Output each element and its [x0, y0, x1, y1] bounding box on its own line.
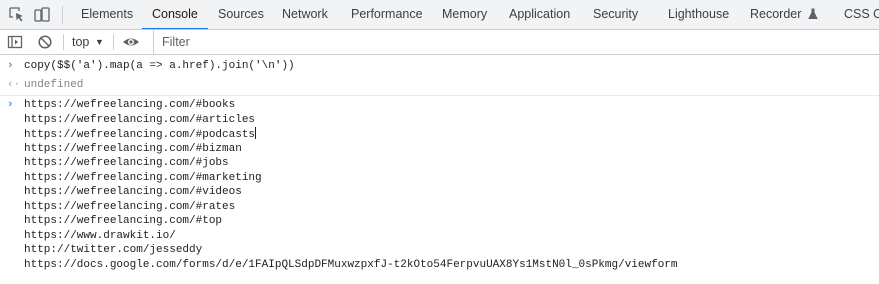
device-toolbar-icon[interactable]: [33, 6, 51, 24]
console-toolbar: top ▼: [0, 30, 879, 55]
live-expression-icon[interactable]: [122, 34, 139, 50]
tab-recorder-label: Recorder: [750, 7, 802, 21]
tab-lighthouse[interactable]: Lighthouse: [668, 0, 729, 29]
output-line: https://wefreelancing.com/#bizman: [24, 142, 242, 155]
output-line: https://wefreelancing.com/#rates: [24, 200, 236, 213]
output-line: https://wefreelancing.com/#books: [24, 99, 236, 111]
toolbar-separator: [63, 34, 64, 50]
tab-console[interactable]: Console: [142, 0, 208, 29]
tab-css-overview[interactable]: CSS Ov: [844, 0, 879, 29]
output-line: https://wefreelancing.com/#podcasts: [24, 127, 257, 142]
output-line: https://wefreelancing.com/#marketing: [24, 171, 262, 184]
console-command: copy($$('a').map(a => a.href).join('\n')…: [24, 60, 295, 72]
output-line-text: https://wefreelancing.com/#podcasts: [24, 129, 256, 141]
output-line: https://www.drawkit.io/: [24, 229, 176, 242]
tab-performance[interactable]: Performance: [351, 0, 423, 29]
output-line: https://wefreelancing.com/#jobs: [24, 157, 229, 169]
filter-input[interactable]: [153, 30, 879, 54]
inspect-element-icon[interactable]: [8, 6, 26, 24]
clear-console-icon[interactable]: [37, 34, 53, 50]
message-divider: [0, 95, 879, 96]
devtools-tab-bar: Elements Console Sources Network Perform…: [0, 0, 879, 30]
console-input-row: › copy($$('a').map(a => a.href).join('\n…: [0, 59, 879, 73]
output-line: https://docs.google.com/forms/d/e/1FAIpQ…: [24, 258, 678, 271]
output-line: https://wefreelancing.com/#articles: [24, 113, 256, 126]
toolbar-separator: [113, 34, 114, 50]
console-messages: › copy($$('a').map(a => a.href).join('\n…: [0, 55, 879, 284]
output-line: https://wefreelancing.com/#videos: [24, 186, 242, 198]
console-result: undefined: [24, 79, 84, 91]
output-line: http://twitter.com/jesseddy: [24, 244, 203, 256]
show-sidebar-icon[interactable]: [7, 34, 23, 50]
result-arrow-icon: ‹·: [7, 79, 21, 91]
prompt-chevron-icon: ›: [7, 99, 14, 111]
input-prompt-icon: ›: [7, 60, 14, 72]
console-result-row: ‹· undefined: [0, 78, 879, 92]
tab-sources[interactable]: Sources: [218, 0, 264, 29]
tab-memory[interactable]: Memory: [442, 0, 487, 29]
tab-recorder[interactable]: Recorder: [750, 0, 818, 29]
tab-elements[interactable]: Elements: [81, 0, 133, 29]
flask-icon: [808, 2, 818, 29]
tab-bar-separator: [62, 6, 63, 24]
chevron-down-icon[interactable]: ▼: [95, 30, 104, 54]
tab-network[interactable]: Network: [282, 0, 328, 29]
context-selector[interactable]: top: [72, 30, 89, 54]
text-cursor: [255, 127, 257, 139]
output-line: https://wefreelancing.com/#top: [24, 215, 223, 227]
tab-application[interactable]: Application: [509, 0, 570, 29]
console-prompt-row[interactable]: › https://wefreelancing.com/#books https…: [0, 98, 879, 273]
tab-security[interactable]: Security: [593, 0, 638, 29]
